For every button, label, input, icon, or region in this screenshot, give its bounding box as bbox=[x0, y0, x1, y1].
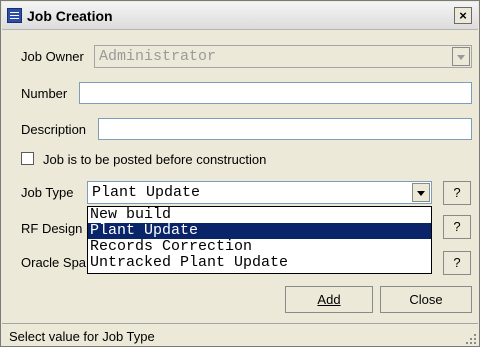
window-title: Job Creation bbox=[27, 8, 113, 24]
title-bar[interactable]: Job Creation × bbox=[2, 2, 478, 30]
close-icon[interactable]: × bbox=[454, 7, 472, 24]
description-input[interactable] bbox=[98, 118, 472, 140]
job-type-select[interactable]: Plant Update bbox=[87, 181, 432, 204]
oracle-space-help-button[interactable]: ? bbox=[443, 251, 471, 275]
add-button[interactable]: Add bbox=[285, 286, 373, 313]
rf-design-label: RF Design bbox=[21, 221, 83, 236]
posted-checkbox-label: Job is to be posted before construction bbox=[43, 152, 267, 167]
window-icon bbox=[7, 8, 22, 23]
job-owner-value: Administrator bbox=[99, 48, 217, 65]
status-bar: Select value for Job Type bbox=[2, 323, 478, 346]
dropdown-option-records-correction[interactable]: Records Correction bbox=[88, 239, 431, 255]
job-type-label: Job Type bbox=[21, 185, 74, 200]
rf-design-help-button[interactable]: ? bbox=[443, 215, 471, 239]
chevron-down-icon[interactable] bbox=[412, 183, 430, 202]
job-owner-label: Job Owner bbox=[21, 49, 84, 64]
posted-checkbox[interactable] bbox=[21, 152, 34, 165]
description-label: Description bbox=[21, 122, 87, 137]
number-input[interactable] bbox=[79, 82, 472, 104]
chevron-down-icon bbox=[452, 47, 470, 66]
job-type-help-button[interactable]: ? bbox=[443, 181, 471, 205]
resize-grip-icon[interactable] bbox=[464, 332, 476, 344]
job-creation-dialog: Job Creation × Job Owner Administrator N… bbox=[0, 0, 480, 347]
status-text: Select value for Job Type bbox=[9, 329, 155, 344]
job-type-value: Plant Update bbox=[92, 184, 201, 201]
dropdown-option-untracked-plant-update[interactable]: Untracked Plant Update bbox=[88, 255, 431, 271]
close-button[interactable]: Close bbox=[380, 286, 472, 313]
dropdown-option-new-build[interactable]: New build bbox=[88, 207, 431, 223]
number-label: Number bbox=[21, 86, 68, 101]
job-type-dropdown-list: New build Plant Update Records Correctio… bbox=[87, 206, 432, 274]
oracle-space-label: Oracle Spa bbox=[21, 255, 87, 270]
job-owner-select: Administrator bbox=[94, 45, 472, 68]
dropdown-option-plant-update[interactable]: Plant Update bbox=[88, 223, 431, 239]
add-button-label: Add bbox=[317, 292, 341, 307]
